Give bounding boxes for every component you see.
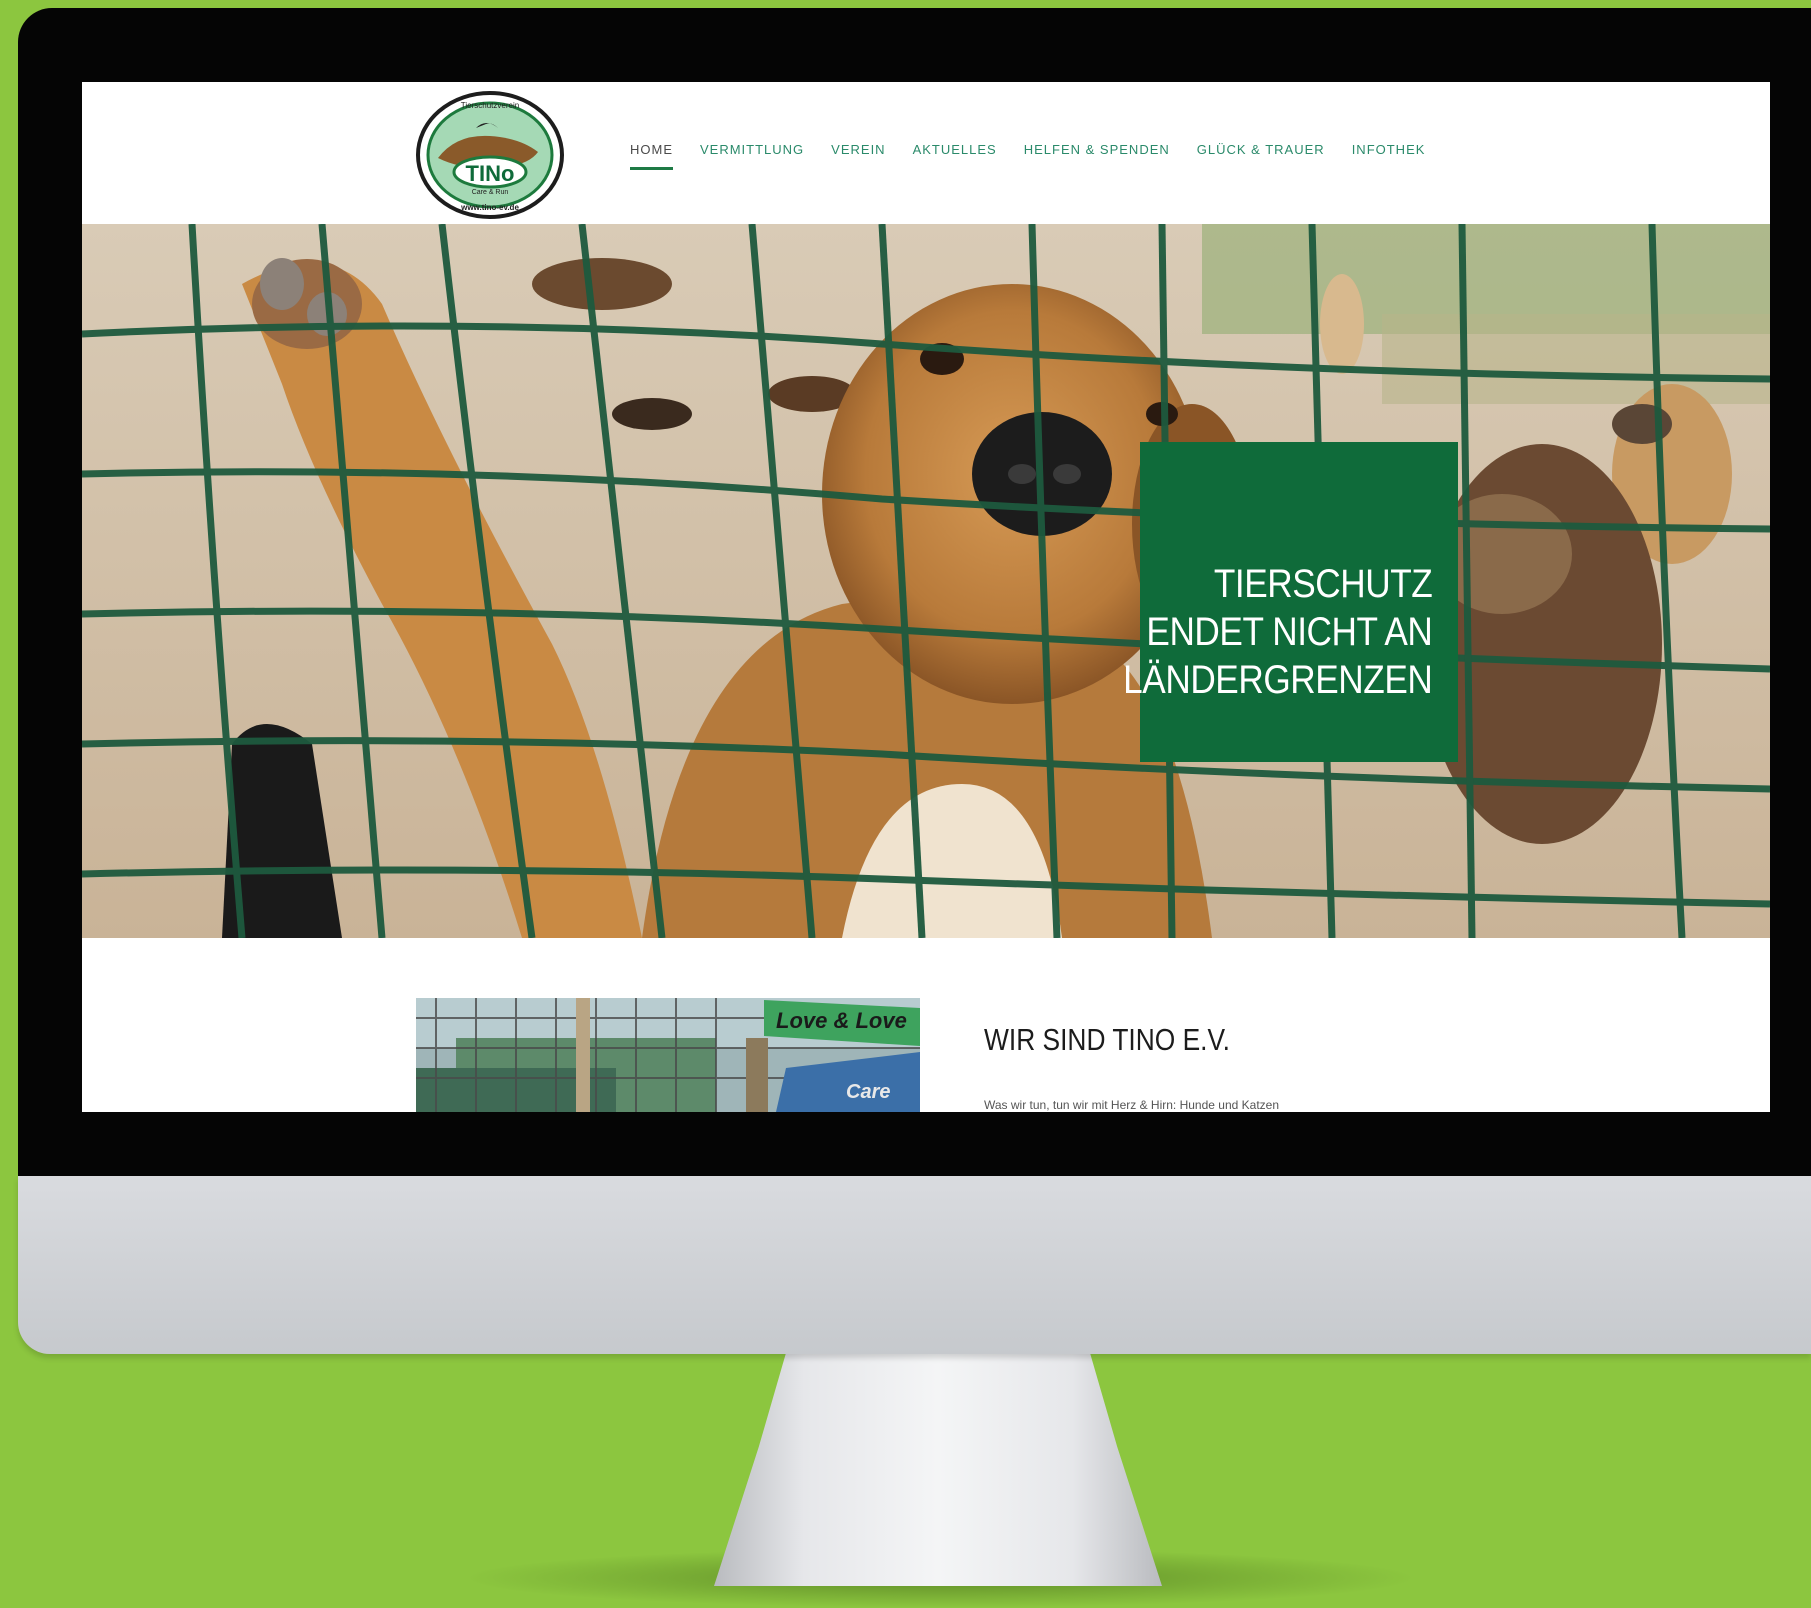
logo-top-text: Tierschutzverein [461,101,519,110]
hero-tagline-line-2: ENDET NICHT AN [1146,610,1432,654]
main-nav: HOME VERMITTLUNG VEREIN AKTUELLES HELFEN… [630,142,1425,170]
logo-url: www.tino-ev.de [460,203,519,212]
monitor-stand [714,1354,1162,1586]
hero-photo-dog-behind-fence [82,224,1770,938]
site-logo[interactable]: Tierschutzverein TINo Care & Run www.tin… [416,88,564,222]
nav-item-verein[interactable]: VEREIN [831,142,885,170]
monitor-chin [18,1176,1811,1354]
intro-text: Was wir tun, tun wir mit Herz & Hirn: Hu… [984,1098,1279,1112]
nav-item-helfen-spenden[interactable]: HELFEN & SPENDEN [1024,142,1170,170]
logo-sub-text: Care & Run [472,189,509,196]
logo-name: TINo [466,161,515,186]
nav-item-aktuelles[interactable]: AKTUELLES [913,142,997,170]
intro-section: Love & Love Care WIR SIND TINO E.V. Was … [82,938,1770,1112]
site-header: Tierschutzverein TINo Care & Run www.tin… [82,82,1770,224]
image-sign-text-2: Care [846,1081,890,1103]
nav-item-infothek[interactable]: INFOTHEK [1352,142,1426,170]
intro-image: Love & Love Care [416,998,920,1112]
hero-tagline-line-3: LÄNDERGRENZEN [1122,658,1433,702]
nav-item-vermittlung[interactable]: VERMITTLUNG [700,142,804,170]
hero-tagline-line-1: TIERSCHUTZ [1213,562,1432,606]
hero-banner: TIERSCHUTZ ENDET NICHT AN LÄNDERGRENZEN [82,224,1770,938]
image-sign-text-1: Love & Love [776,1008,907,1033]
nav-item-glueck-trauer[interactable]: GLÜCK & TRAUER [1197,142,1325,170]
hero-tagline: TIERSCHUTZ ENDET NICHT AN LÄNDERGRENZEN [1122,560,1433,704]
screen: Tierschutzverein TINo Care & Run www.tin… [82,82,1770,1112]
nav-item-home[interactable]: HOME [630,142,673,170]
intro-title: WIR SIND TINO E.V. [984,1022,1230,1057]
hero-tagline-box: TIERSCHUTZ ENDET NICHT AN LÄNDERGRENZEN [1123,442,1458,762]
